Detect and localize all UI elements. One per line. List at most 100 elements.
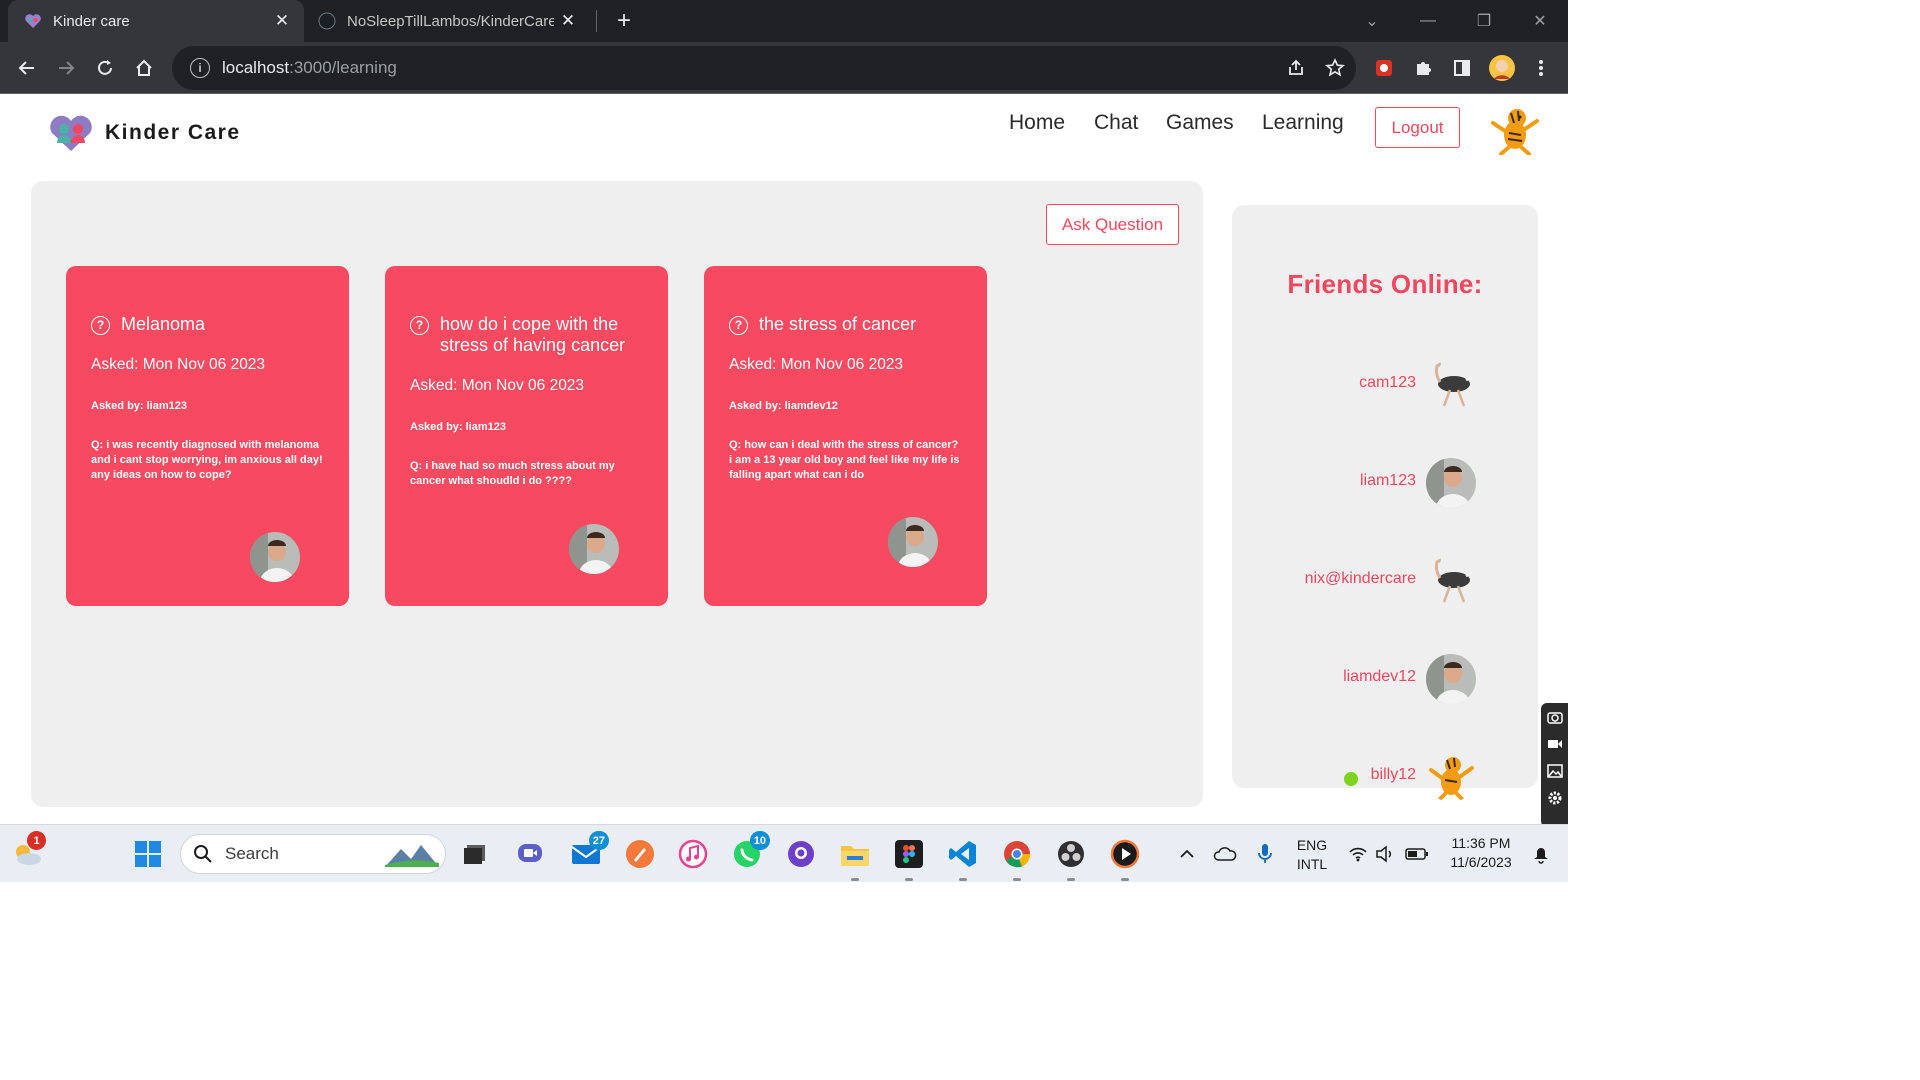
camera-icon[interactable] bbox=[1541, 703, 1568, 730]
friend-name: billy12 bbox=[1370, 766, 1416, 783]
friend-item[interactable]: nix@kindercare bbox=[1232, 556, 1538, 608]
url-host: localhost bbox=[222, 58, 290, 77]
notifications-icon[interactable] bbox=[1524, 837, 1558, 871]
question-mark-icon: ? bbox=[729, 316, 748, 335]
bookmark-star-icon[interactable] bbox=[1319, 52, 1351, 84]
question-card[interactable]: ? Melanoma Asked: Mon Nov 06 2023 Asked … bbox=[66, 266, 349, 606]
friends-online-panel: Friends Online: cam123 liam123 nix@kinde… bbox=[1232, 205, 1538, 802]
github-favicon bbox=[318, 12, 336, 30]
onedrive-cloud-icon[interactable] bbox=[1208, 837, 1242, 871]
whatsapp-icon[interactable]: 10 bbox=[730, 831, 770, 871]
nav-chat[interactable]: Chat bbox=[1094, 111, 1138, 135]
clock[interactable]: 11:36 PM 11/6/2023 bbox=[1440, 834, 1522, 872]
tiger-avatar bbox=[1426, 752, 1476, 802]
question-text: Q: how can i deal with the stress of can… bbox=[729, 439, 960, 481]
start-windows-icon[interactable] bbox=[131, 837, 165, 871]
itunes-icon[interactable] bbox=[676, 837, 710, 871]
windows-taskbar: 1 Search 27 10 ENG INTL 11:36 PM 11/6/20… bbox=[0, 824, 1568, 882]
friends-online-title: Friends Online: bbox=[1287, 269, 1483, 299]
brand[interactable]: Kinder Care bbox=[48, 113, 241, 153]
question-author: Asked by: liam123 bbox=[410, 421, 506, 433]
extensions-puzzle-icon[interactable] bbox=[1407, 52, 1439, 84]
chrome-icon[interactable] bbox=[1000, 837, 1034, 881]
gallery-icon[interactable] bbox=[1541, 757, 1568, 784]
github-desktop-icon[interactable] bbox=[784, 837, 818, 871]
question-title: ? how do i cope with the stress of havin… bbox=[410, 314, 643, 356]
chrome-menu-icon[interactable] bbox=[1525, 52, 1557, 84]
friend-item[interactable]: cam123 bbox=[1232, 360, 1538, 412]
search-placeholder: Search bbox=[225, 844, 279, 863]
logout-button[interactable]: Logout bbox=[1375, 107, 1460, 148]
friend-item[interactable]: billy12 bbox=[1232, 752, 1538, 804]
weather-widget-icon[interactable]: 1 bbox=[10, 831, 46, 871]
mail-icon[interactable]: 27 bbox=[569, 831, 609, 871]
teams-chat-icon[interactable] bbox=[513, 837, 547, 871]
person-avatar bbox=[1426, 458, 1476, 508]
tab-title: NoSleepTillLambos/KinderCare: bbox=[347, 12, 554, 30]
question-title: ? Melanoma bbox=[91, 314, 324, 335]
taskbar-search[interactable]: Search bbox=[180, 834, 446, 874]
person-avatar bbox=[1426, 654, 1476, 704]
settings-gear-icon[interactable] bbox=[1541, 784, 1568, 811]
restore-icon[interactable]: ❐ bbox=[1456, 0, 1512, 42]
friend-item[interactable]: liam123 bbox=[1232, 458, 1538, 510]
nav-games[interactable]: Games bbox=[1166, 111, 1234, 135]
running-indicator bbox=[851, 878, 859, 881]
side-panel-icon[interactable] bbox=[1446, 52, 1478, 84]
tab-github[interactable]: NoSleepTillLambos/KinderCare: ✕ bbox=[304, 0, 590, 42]
search-highlight-mountains-icon bbox=[385, 845, 439, 867]
question-title: ? the stress of cancer bbox=[729, 314, 962, 335]
volume-icon[interactable] bbox=[1368, 837, 1402, 871]
battery-icon[interactable] bbox=[1400, 837, 1434, 871]
running-indicator bbox=[959, 878, 967, 881]
video-icon[interactable] bbox=[1541, 730, 1568, 757]
language-indicator[interactable]: ENG INTL bbox=[1290, 836, 1334, 874]
address-bar[interactable]: i localhost:3000/learning bbox=[172, 46, 1356, 90]
site-info-icon[interactable]: i bbox=[190, 58, 210, 78]
new-tab-icon[interactable]: + bbox=[610, 7, 638, 35]
close-tab-icon[interactable]: ✕ bbox=[554, 7, 582, 35]
question-author: Asked by: liam123 bbox=[91, 400, 187, 412]
friend-name: liam123 bbox=[1359, 472, 1416, 489]
task-view-icon[interactable] bbox=[458, 837, 492, 871]
minimize-icon[interactable]: — bbox=[1400, 0, 1456, 42]
close-window-icon[interactable]: ✕ bbox=[1512, 0, 1568, 42]
pen-app-icon[interactable] bbox=[623, 837, 657, 871]
question-author: Asked by: liamdev12 bbox=[729, 400, 838, 412]
question-mark-icon: ? bbox=[410, 316, 429, 335]
question-card[interactable]: ? the stress of cancer Asked: Mon Nov 06… bbox=[704, 266, 987, 606]
media-player-icon[interactable] bbox=[1108, 837, 1142, 881]
profile-avatar-icon[interactable] bbox=[1486, 52, 1518, 84]
kinder-care-page: Kinder Care Home Chat Games Learning Log… bbox=[0, 95, 1568, 824]
tiger-avatar[interactable] bbox=[1489, 105, 1541, 155]
obs-icon[interactable] bbox=[1054, 837, 1088, 881]
question-card[interactable]: ? how do i cope with the stress of havin… bbox=[385, 266, 668, 606]
question-date: Asked: Mon Nov 06 2023 bbox=[729, 356, 904, 373]
screen-tool-panel bbox=[1541, 703, 1568, 824]
close-tab-icon[interactable]: ✕ bbox=[268, 7, 296, 35]
share-icon[interactable] bbox=[1280, 52, 1312, 84]
tab-search-chevron-icon[interactable]: ⌄ bbox=[1344, 0, 1400, 42]
file-explorer-icon[interactable] bbox=[838, 837, 872, 881]
figma-icon[interactable] bbox=[892, 837, 926, 881]
microphone-icon[interactable] bbox=[1248, 837, 1282, 871]
ostrich-avatar bbox=[1426, 360, 1476, 410]
search-icon bbox=[194, 845, 212, 863]
nav-home[interactable]: Home bbox=[1009, 111, 1065, 135]
tab-kinder-care[interactable]: Kinder care ✕ bbox=[8, 0, 304, 42]
forward-icon[interactable] bbox=[50, 52, 82, 84]
reload-icon[interactable] bbox=[89, 52, 121, 84]
back-icon[interactable] bbox=[11, 52, 43, 84]
weather-badge: 1 bbox=[27, 831, 46, 850]
show-hidden-icons-chevron-icon[interactable] bbox=[1170, 837, 1204, 871]
vscode-icon[interactable] bbox=[946, 837, 980, 881]
extension-red-icon[interactable] bbox=[1368, 52, 1400, 84]
whatsapp-badge: 10 bbox=[749, 831, 770, 850]
browser-tabstrip: Kinder care ✕ NoSleepTillLambos/KinderCa… bbox=[0, 0, 1568, 42]
question-text: Q: i was recently diagnosed with melanom… bbox=[91, 439, 323, 481]
home-icon[interactable] bbox=[128, 52, 160, 84]
url-path: :3000/learning bbox=[289, 58, 397, 77]
friend-item[interactable]: liamdev12 bbox=[1232, 654, 1538, 706]
ask-question-button[interactable]: Ask Question bbox=[1046, 204, 1179, 245]
nav-learning[interactable]: Learning bbox=[1262, 111, 1344, 135]
